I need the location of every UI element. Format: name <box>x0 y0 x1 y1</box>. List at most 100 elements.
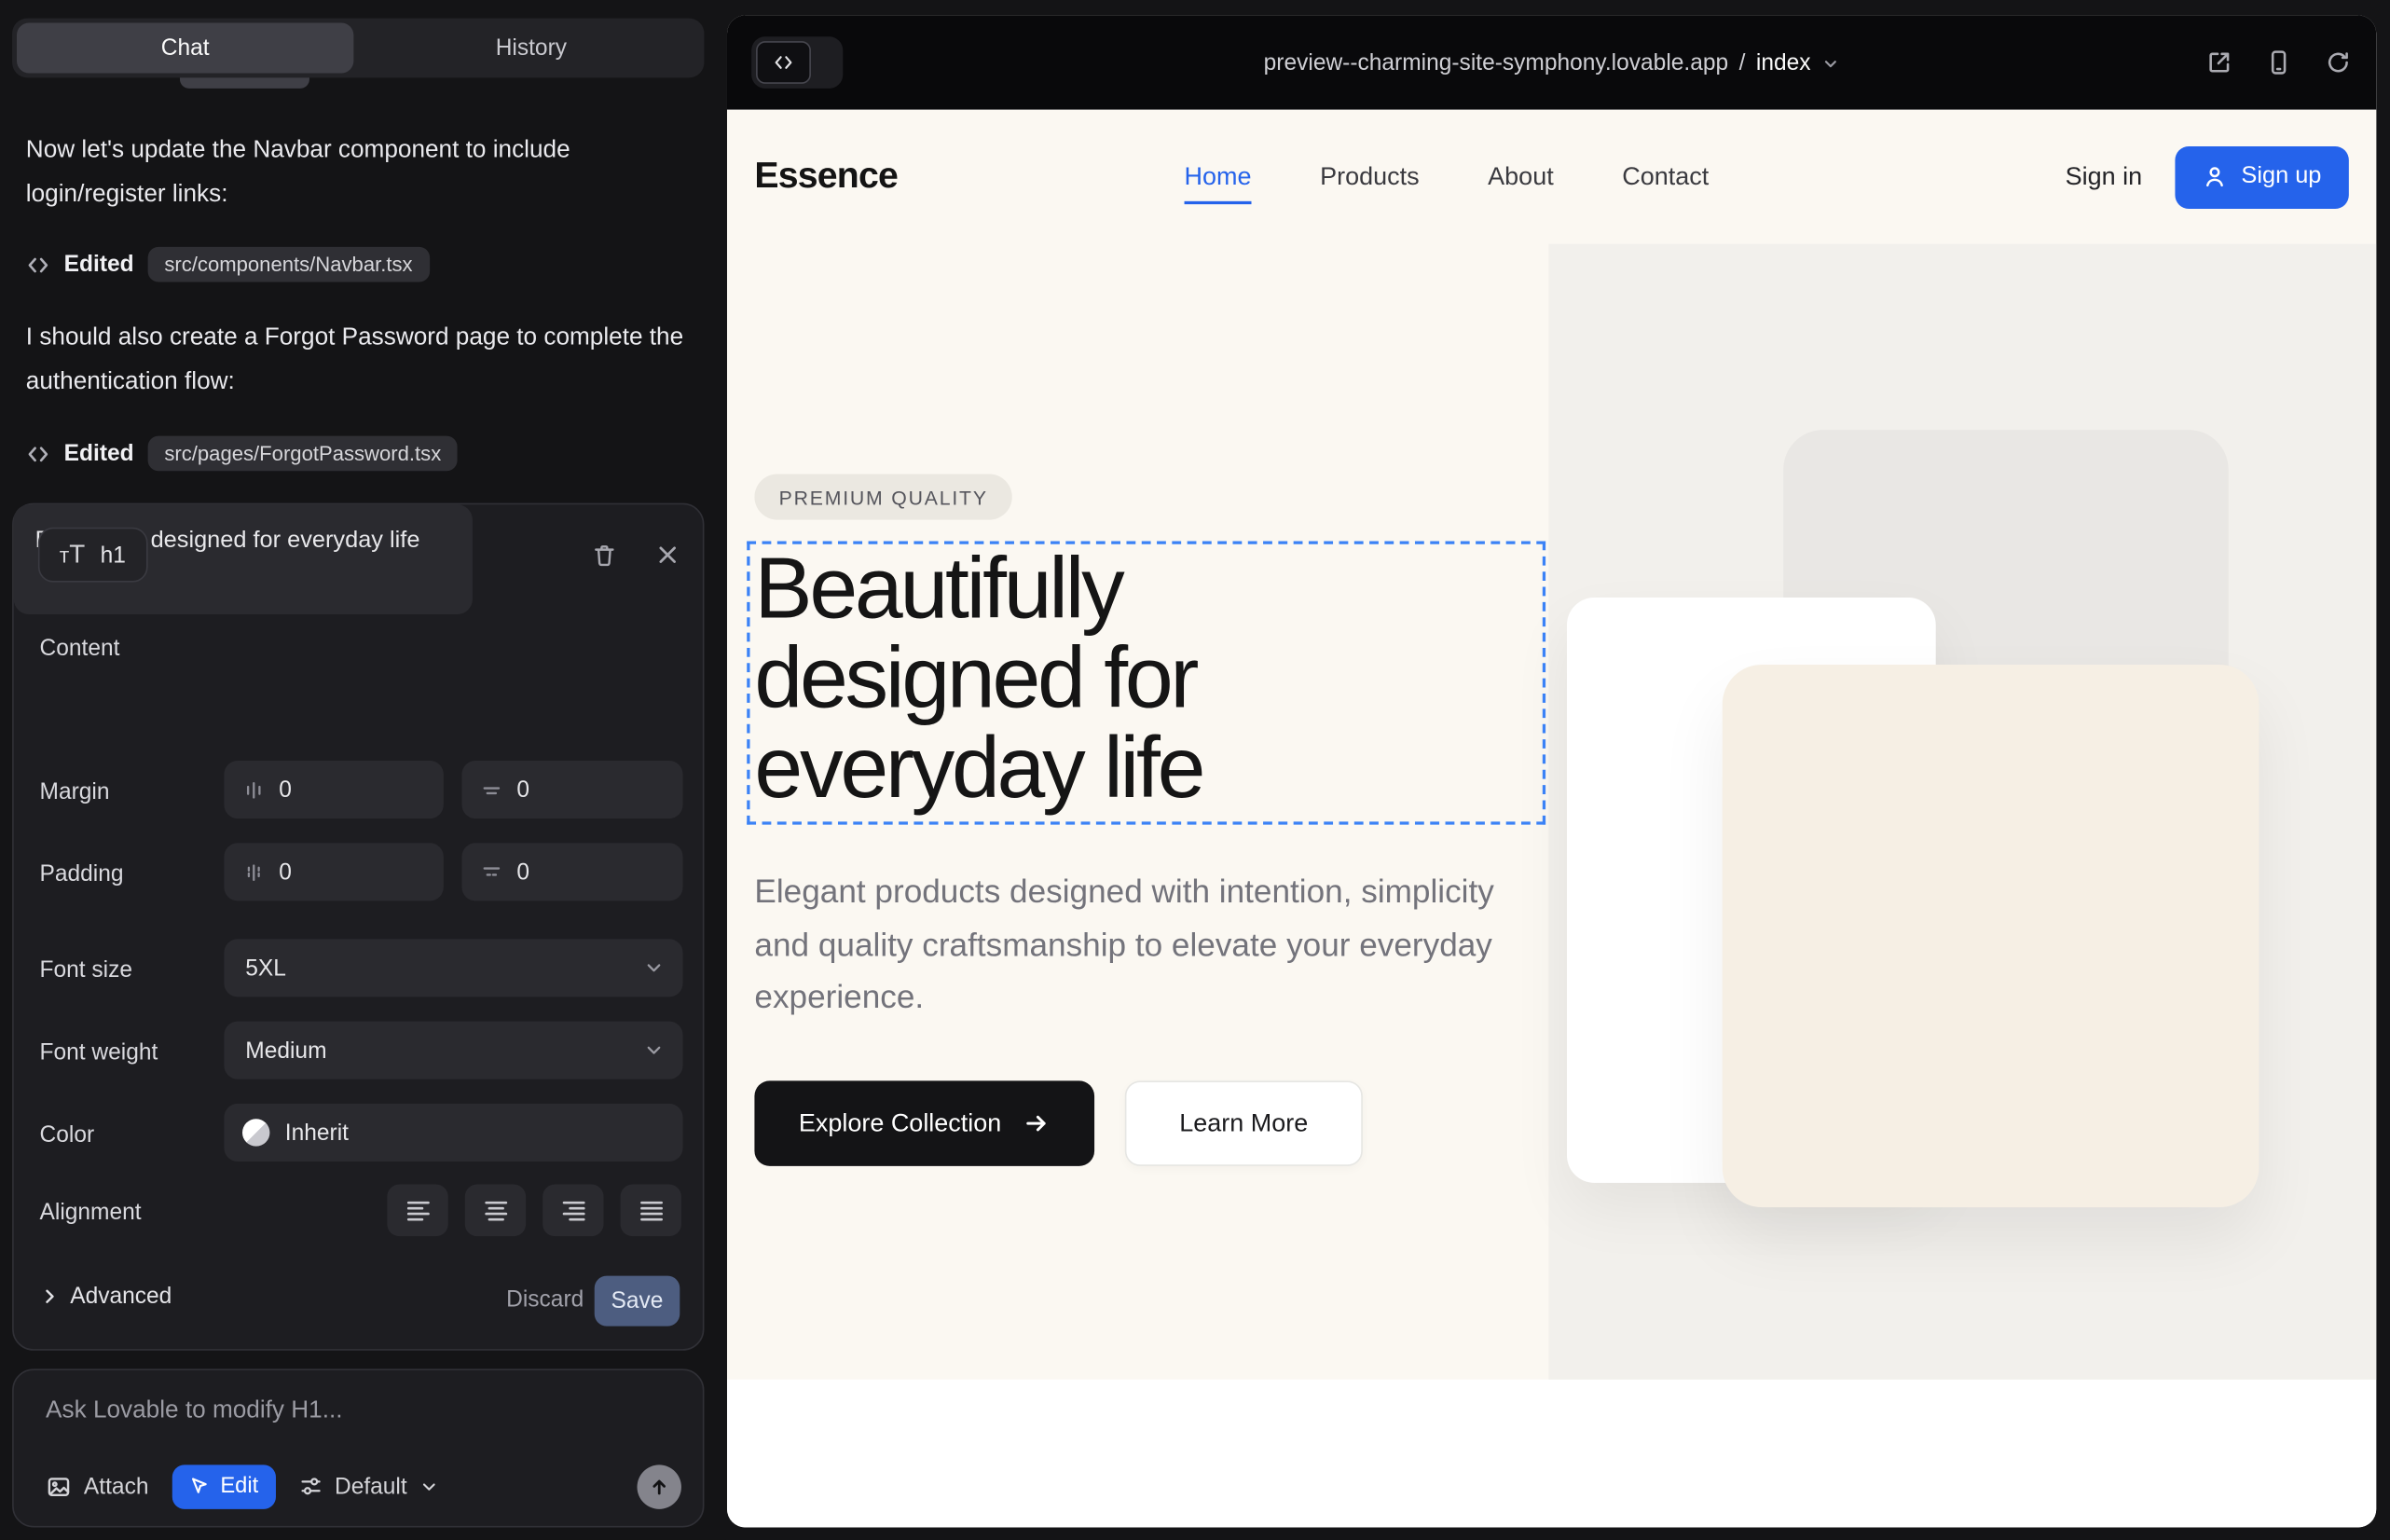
sign-up-label: Sign up <box>2241 163 2321 190</box>
padding-label: Padding <box>40 861 124 887</box>
user-icon <box>2204 165 2228 189</box>
font-weight-select[interactable]: Medium <box>224 1022 682 1079</box>
edited-label: Edited <box>64 441 134 467</box>
composer-panel: Attach Edit Default <box>12 1368 704 1527</box>
save-button[interactable]: Save <box>595 1276 680 1327</box>
attach-label: Attach <box>84 1473 149 1499</box>
margin-y-value: 0 <box>516 777 529 803</box>
font-size-value: 5XL <box>245 955 286 981</box>
alignment-label: Alignment <box>40 1200 142 1226</box>
edited-label: Edited <box>64 252 134 278</box>
app-window: Chat History Now let's update the Navbar… <box>0 0 2390 1540</box>
close-editor-button[interactable] <box>648 535 688 575</box>
chevron-down-icon <box>643 957 665 979</box>
site-preview: Essence Home Products About Contact Sign… <box>727 110 2376 1528</box>
sign-up-button[interactable]: Sign up <box>2176 145 2349 208</box>
default-mode-button[interactable]: Default <box>298 1473 439 1499</box>
tab-history[interactable]: History <box>363 23 699 74</box>
nav-link-products[interactable]: Products <box>1320 162 1419 191</box>
preview-url: preview--charming-site-symphony.lovable.… <box>1264 49 1729 76</box>
padding-x-value: 0 <box>279 859 292 885</box>
arrow-right-icon <box>1023 1109 1050 1136</box>
margin-vertical-icon <box>480 778 503 802</box>
refresh-icon[interactable] <box>2325 48 2352 76</box>
chat-sidebar: Chat History Now let's update the Navbar… <box>0 0 725 1540</box>
margin-x-input[interactable]: 0 <box>224 761 443 818</box>
color-value: Inherit <box>285 1120 349 1146</box>
chat-message: Now let's update the Navbar component to… <box>26 128 691 216</box>
padding-y-input[interactable]: 0 <box>461 843 682 901</box>
default-label: Default <box>335 1473 407 1499</box>
url-bar: preview--charming-site-symphony.lovable.… <box>727 15 2376 109</box>
element-editor-panel: тT h1 Content Margin 0 <box>12 503 704 1351</box>
nav-link-contact[interactable]: Contact <box>1622 162 1709 191</box>
chevron-down-icon <box>419 1477 439 1496</box>
decorative-cream-card <box>1723 665 2260 1207</box>
nav-auth-actions: Sign in Sign up <box>2066 145 2349 208</box>
code-icon <box>756 41 811 84</box>
toolbar-actions <box>2205 48 2352 76</box>
align-left-button[interactable] <box>387 1185 447 1237</box>
preview-toolbar: preview--charming-site-symphony.lovable.… <box>727 15 2376 109</box>
edit-label: Edit <box>220 1474 258 1498</box>
sign-in-link[interactable]: Sign in <box>2066 162 2143 191</box>
margin-x-value: 0 <box>279 777 292 803</box>
chat-message: I should also create a Forgot Password p… <box>26 315 691 404</box>
chevron-down-icon <box>1821 55 1840 74</box>
chat-history-tabbar: Chat History <box>12 19 704 78</box>
hero-paragraph[interactable]: Elegant products designed with intention… <box>754 866 1504 1024</box>
discard-button[interactable]: Discard <box>506 1286 584 1313</box>
code-icon <box>26 441 50 465</box>
selected-element-pill: тT h1 <box>38 528 147 583</box>
page-selector-value: index <box>1756 49 1811 76</box>
align-justify-button[interactable] <box>621 1185 681 1237</box>
hero-heading[interactable]: Beautifully designed for everyday life <box>754 544 1202 814</box>
premium-quality-badge: PREMIUM QUALITY <box>754 474 1012 520</box>
align-center-button[interactable] <box>465 1185 526 1237</box>
padding-x-input[interactable]: 0 <box>224 843 443 901</box>
learn-more-button[interactable]: Learn More <box>1125 1080 1363 1166</box>
element-tag-label: h1 <box>101 542 126 568</box>
hero-cta-row: Explore Collection Learn More <box>754 1080 1362 1166</box>
mobile-view-icon[interactable] <box>2265 48 2292 76</box>
edited-file-badge[interactable]: src/components/Navbar.tsx <box>147 247 429 282</box>
code-icon <box>26 253 50 277</box>
advanced-toggle[interactable]: Advanced <box>40 1284 172 1310</box>
sliders-icon <box>298 1474 323 1498</box>
text-type-icon: тT <box>60 540 85 571</box>
composer-toolbar: Attach Edit Default <box>46 1464 681 1509</box>
margin-label: Margin <box>40 779 110 805</box>
font-size-label: Font size <box>40 957 133 983</box>
edit-mode-button[interactable]: Edit <box>172 1464 275 1508</box>
padding-vertical-icon <box>480 860 503 884</box>
nav-link-home[interactable]: Home <box>1185 162 1252 203</box>
tab-chat[interactable]: Chat <box>17 23 353 74</box>
send-button[interactable] <box>638 1464 681 1508</box>
site-navbar: Essence Home Products About Contact Sign… <box>727 110 2376 244</box>
color-label: Color <box>40 1122 95 1148</box>
edited-file-row: Edited src/pages/ForgotPassword.tsx <box>26 433 458 474</box>
composer-input[interactable] <box>46 1397 670 1424</box>
url-separator: / <box>1739 49 1746 76</box>
edited-file-row: Edited src/components/Navbar.tsx <box>26 244 430 285</box>
advanced-label: Advanced <box>70 1284 172 1310</box>
preview-window: preview--charming-site-symphony.lovable.… <box>727 15 2376 1527</box>
image-icon <box>46 1473 72 1499</box>
delete-element-button[interactable] <box>584 535 624 575</box>
attach-button[interactable]: Attach <box>46 1473 148 1499</box>
font-weight-value: Medium <box>245 1038 326 1064</box>
explore-collection-button[interactable]: Explore Collection <box>754 1080 1094 1166</box>
edited-file-badge[interactable]: src/pages/ForgotPassword.tsx <box>147 436 458 472</box>
nav-link-about[interactable]: About <box>1488 162 1554 191</box>
color-select[interactable]: Inherit <box>224 1104 682 1162</box>
margin-y-input[interactable]: 0 <box>461 761 682 818</box>
padding-horizontal-icon <box>242 860 266 884</box>
code-view-toggle[interactable] <box>751 36 843 89</box>
color-swatch-icon <box>242 1119 269 1146</box>
chevron-down-icon <box>643 1039 665 1061</box>
content-label: Content <box>40 636 120 662</box>
open-in-new-tab-icon[interactable] <box>2205 48 2232 76</box>
align-right-button[interactable] <box>543 1185 603 1237</box>
font-size-select[interactable]: 5XL <box>224 939 682 997</box>
site-logo[interactable]: Essence <box>754 156 898 199</box>
